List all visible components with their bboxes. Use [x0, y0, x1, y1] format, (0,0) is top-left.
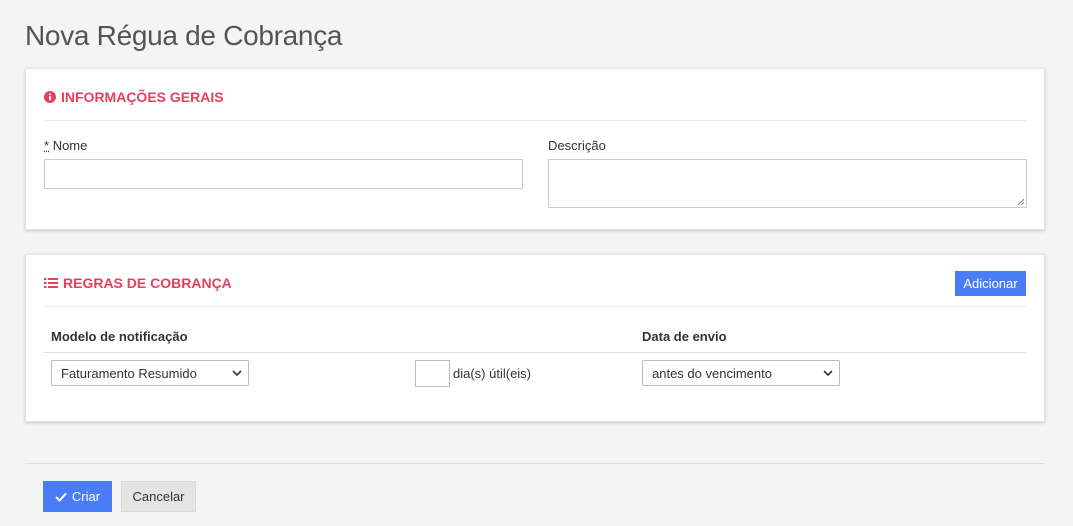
- create-button[interactable]: Criar: [43, 481, 112, 512]
- create-button-label: Criar: [71, 489, 101, 504]
- send-date-value: antes do vencimento: [652, 365, 772, 381]
- required-mark: *: [44, 138, 50, 153]
- billing-rules-title-text: REGRAS DE COBRANÇA: [63, 275, 232, 291]
- resize-handle-icon[interactable]: [1017, 198, 1025, 206]
- add-rule-button[interactable]: Adicionar: [955, 271, 1026, 296]
- chevron-down-icon: [232, 370, 242, 377]
- info-circle-icon: [44, 91, 56, 103]
- page-title: Nova Régua de Cobrança: [25, 20, 343, 51]
- name-label-text: Nome: [52, 138, 88, 153]
- check-icon: [55, 492, 67, 502]
- column-header-send-date: Data de envio: [642, 329, 727, 344]
- column-header-notification-model: Modelo de notificação: [51, 329, 188, 344]
- days-input[interactable]: [415, 360, 450, 387]
- send-date-select[interactable]: antes do vencimento: [642, 360, 840, 386]
- general-info-header: INFORMAÇÕES GERAIS: [44, 69, 1026, 121]
- table-header-divider: [44, 352, 1026, 353]
- footer-divider: [25, 463, 1045, 464]
- name-input[interactable]: [44, 159, 523, 189]
- general-info-card: INFORMAÇÕES GERAIS * Nome Descrição: [25, 68, 1045, 230]
- list-icon: [44, 277, 58, 289]
- notification-model-value: Faturamento Resumido: [61, 365, 197, 381]
- name-label: * Nome: [44, 138, 87, 153]
- chevron-down-icon: [823, 370, 833, 377]
- days-suffix-label: dia(s) útil(eis): [453, 366, 532, 381]
- general-info-title: INFORMAÇÕES GERAIS: [44, 89, 224, 105]
- billing-rules-title: REGRAS DE COBRANÇA: [44, 275, 232, 291]
- billing-rules-header: REGRAS DE COBRANÇA Adicionar: [44, 255, 1026, 307]
- description-label: Descrição: [548, 138, 606, 153]
- cancel-button[interactable]: Cancelar: [121, 481, 196, 512]
- billing-rules-card: REGRAS DE COBRANÇA Adicionar Modelo de n…: [25, 254, 1045, 422]
- description-textarea[interactable]: [548, 159, 1027, 208]
- notification-model-select[interactable]: Faturamento Resumido: [51, 360, 249, 386]
- general-info-title-text: INFORMAÇÕES GERAIS: [61, 89, 224, 105]
